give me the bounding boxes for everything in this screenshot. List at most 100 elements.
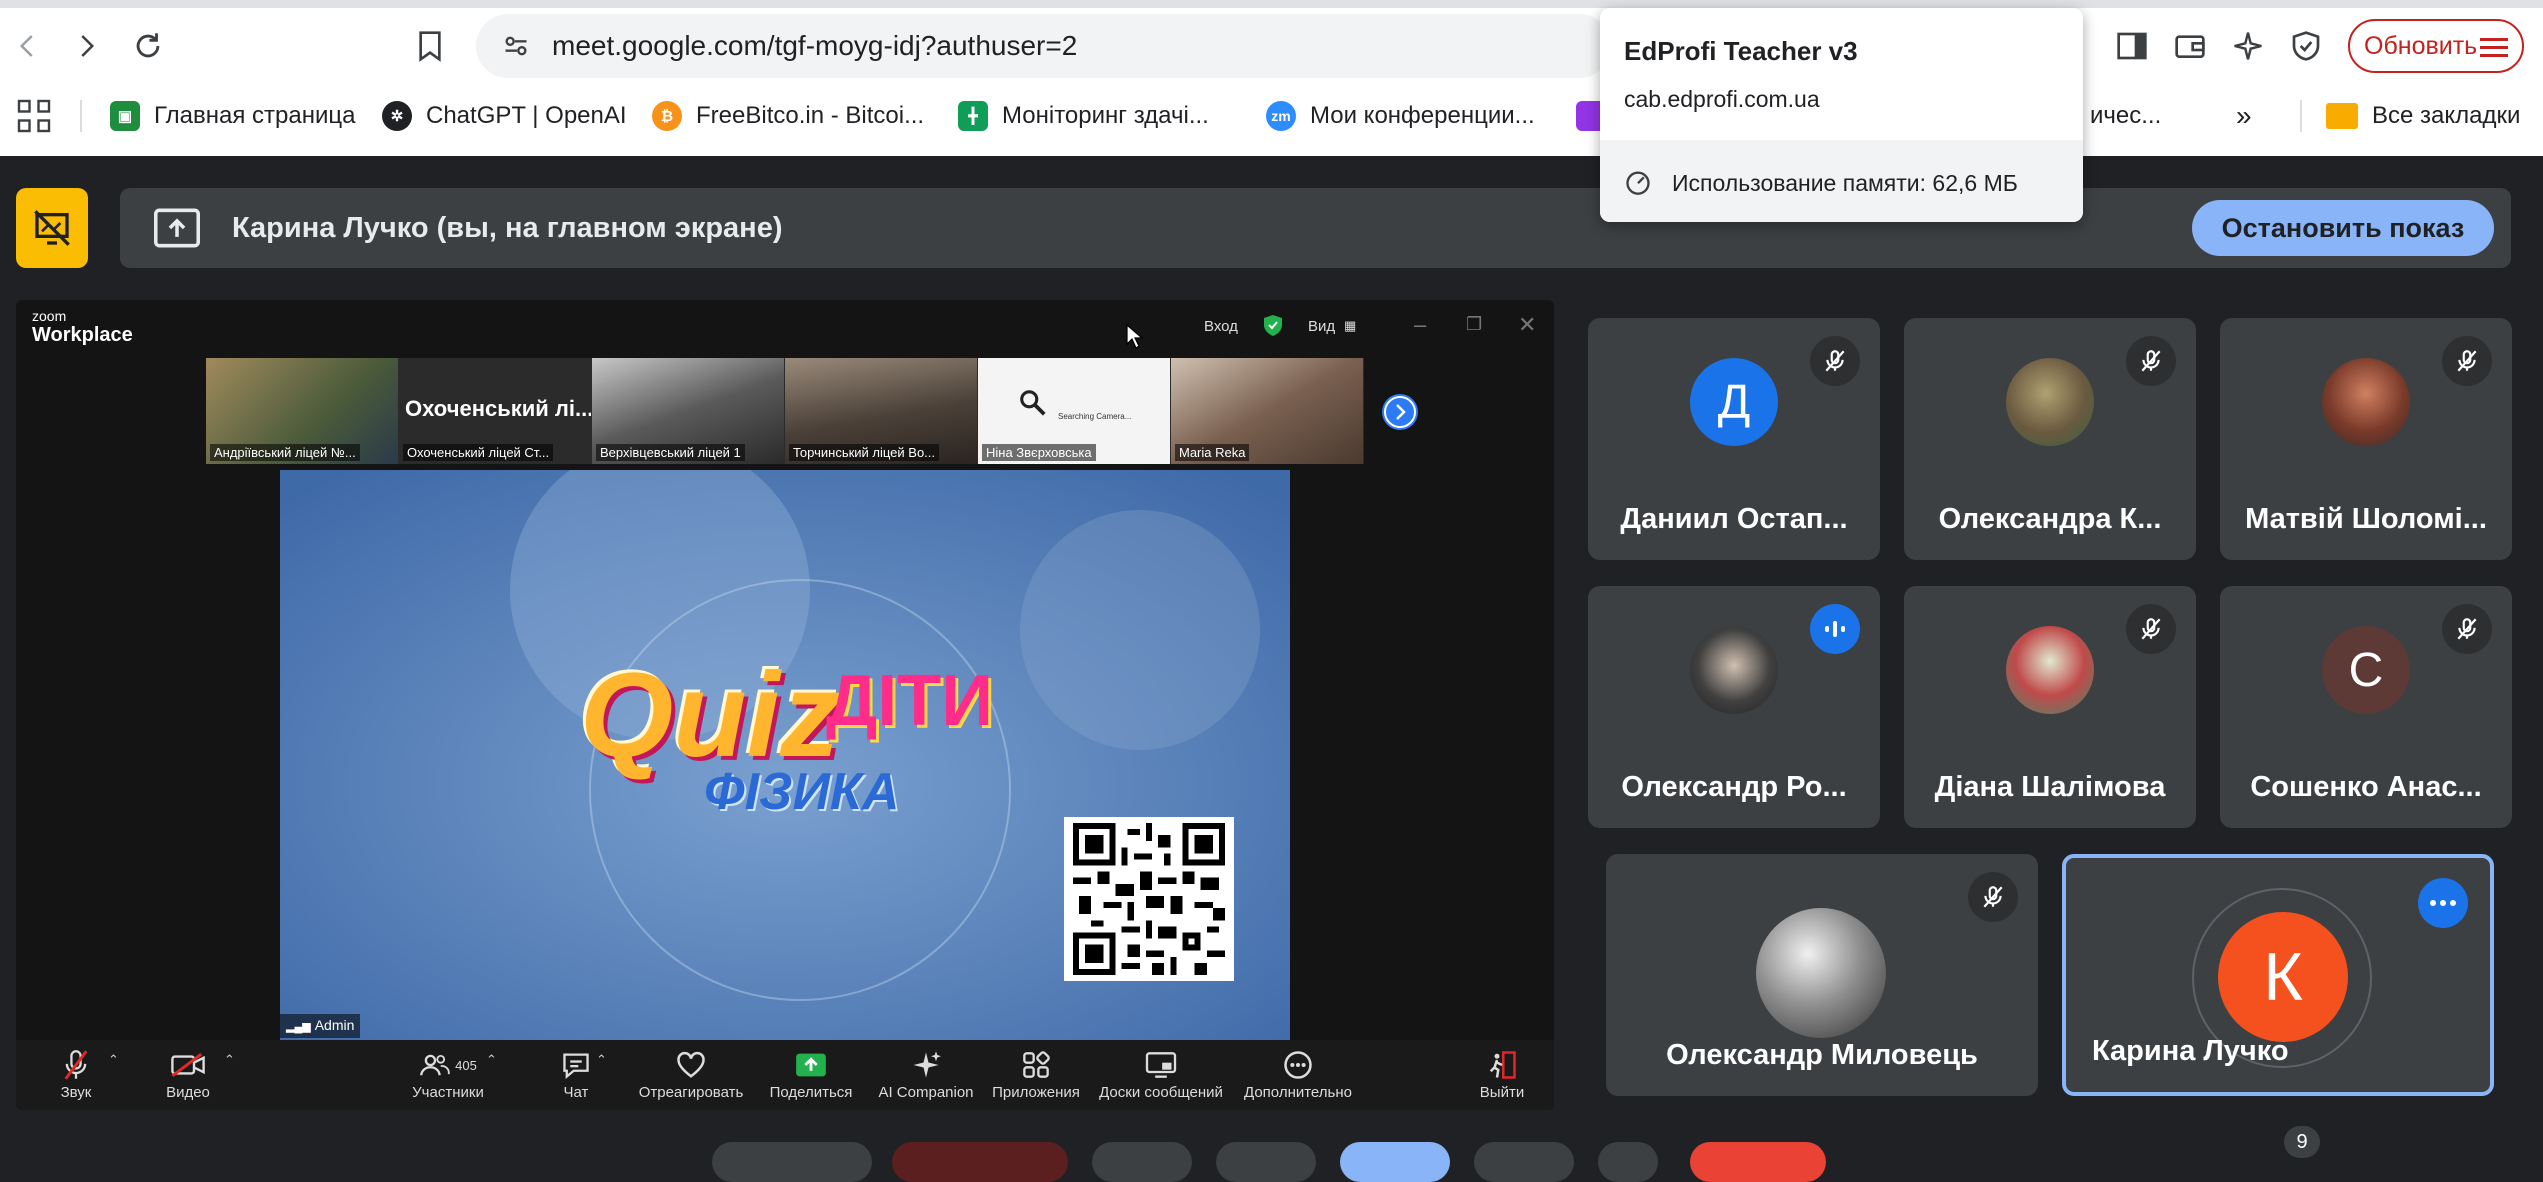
video-owner-name: Admin (314, 1017, 355, 1033)
restore-icon[interactable]: ❐ (1466, 314, 1482, 335)
memory-usage-text: Использование памяти: 62,6 МБ (1672, 170, 2018, 196)
chevron-up-icon[interactable]: ⌃ (596, 1052, 607, 1068)
bookmark-item[interactable]: zm Мои конференции... (1266, 96, 1535, 136)
leave-button[interactable]: Выйти (1474, 1046, 1530, 1101)
meet-control-button[interactable] (1340, 1142, 1450, 1182)
meet-control-button[interactable] (1598, 1142, 1658, 1182)
participant-tile[interactable]: Олександр Ро... (1588, 586, 1880, 828)
shared-zoom-window: zoom Workplace Вход Вид ▦ – ❐ ✕ Андріївс… (16, 300, 1554, 1110)
all-bookmarks[interactable]: Все закладки (2326, 96, 2520, 136)
heart-icon (626, 1046, 756, 1084)
ai-companion-button[interactable]: AI Companion (866, 1046, 986, 1101)
meet-control-button[interactable] (892, 1142, 1068, 1182)
avatar (1756, 908, 1886, 1038)
share-button[interactable]: Поделиться (756, 1046, 866, 1101)
apps-icon (986, 1046, 1086, 1084)
apps-button[interactable]: Приложения (986, 1046, 1086, 1101)
openai-icon: ✲ (382, 101, 412, 131)
apps-label: Приложения (992, 1084, 1080, 1101)
ai-sparkle-icon (866, 1046, 986, 1084)
side-panel-icon[interactable] (2108, 22, 2156, 70)
video-label: Видео (166, 1084, 210, 1101)
searching-camera-text: Searching Camera... (1058, 412, 1132, 421)
more-options-icon[interactable] (2418, 878, 2468, 928)
meet-control-button[interactable] (1216, 1142, 1316, 1182)
site-settings-icon[interactable] (502, 32, 530, 60)
mouse-cursor-icon (1126, 324, 1144, 350)
bookmark-item[interactable]: ✲ ChatGPT | OpenAI (382, 96, 627, 136)
camera-off-icon (156, 1046, 220, 1084)
bookmark-item[interactable]: ╋ Моніторинг здачі... (958, 96, 1209, 136)
update-label: Обновить (2364, 31, 2478, 60)
audio-button[interactable]: Звук (48, 1046, 104, 1101)
hidden-participants-count: 9 (2284, 1126, 2320, 1158)
bookmark-item[interactable]: ▣ Главная страница (110, 96, 355, 136)
participant-name: Олександра К... (1938, 503, 2162, 535)
url-text[interactable]: meet.google.com/tgf-moyg-idj?authuser=2 (552, 30, 1077, 62)
whiteboards-button[interactable]: Доски сообщений (1086, 1046, 1236, 1101)
bookmark-item[interactable]: ₿ FreeBitco.in - Bitcoi... (652, 96, 924, 136)
back-icon[interactable] (4, 22, 52, 70)
security-shield-icon (1262, 314, 1284, 338)
close-icon[interactable]: ✕ (1518, 312, 1536, 338)
bookmark-item-partial[interactable]: ичес... (2090, 96, 2161, 136)
signal-icon: ▂▄▆ (286, 1021, 311, 1033)
bookmark-label: ичес... (2090, 102, 2162, 129)
video-thumbnail[interactable]: Андріївський ліцей №... (206, 358, 398, 464)
video-thumbnail[interactable]: Maria Reka (1171, 358, 1363, 464)
browser-chrome: meet.google.com/tgf-moyg-idj?authuser=2 … (0, 0, 2543, 156)
bookmark-label: Моніторинг здачі... (1002, 102, 1209, 129)
sparkle-icon[interactable] (2224, 22, 2272, 70)
thumbnail-caption: Maria Reka (1175, 444, 1250, 461)
folder-icon (2326, 103, 2358, 129)
self-participant-tile[interactable]: К Карина Лучко (2062, 854, 2494, 1096)
chat-label: Чат (563, 1084, 589, 1101)
zoom-toolbar: Звук ⌃ Видео ⌃ 405 Участники ⌃ Чат ⌃ Отр… (16, 1040, 1554, 1110)
video-thumbnail[interactable]: Верхівцевський ліцей 1 (592, 358, 784, 464)
leave-label: Выйти (1479, 1084, 1525, 1101)
present-screen-icon (154, 208, 200, 248)
chevron-up-icon[interactable]: ⌃ (108, 1052, 119, 1068)
thumbnail-caption: Охоченський ліцей Ст... (403, 444, 554, 461)
bookmark-icon[interactable] (406, 22, 454, 70)
update-button[interactable]: Обновить (2348, 19, 2524, 73)
address-bar[interactable]: meet.google.com/tgf-moyg-idj?authuser=2 (476, 14, 1611, 78)
meet-control-button[interactable] (1092, 1142, 1192, 1182)
chevron-up-icon[interactable]: ⌃ (486, 1052, 497, 1068)
mic-muted-icon (2442, 604, 2492, 654)
participants-count: 405 (455, 1057, 477, 1073)
zoom-login-button[interactable]: Вход (1204, 318, 1238, 335)
mic-muted-icon (1968, 872, 2018, 922)
chevron-up-icon[interactable]: ⌃ (224, 1052, 235, 1068)
forward-icon[interactable] (62, 22, 110, 70)
more-bookmarks-icon[interactable]: » (2236, 96, 2252, 136)
participant-tile[interactable]: Олександр Миловець (1606, 854, 2038, 1096)
minimize-icon[interactable]: – (1414, 312, 1426, 338)
whiteboard-icon (1086, 1046, 1236, 1084)
video-thumbnail[interactable]: Searching Camera... Ніна Звєрховська (978, 358, 1170, 464)
stop-presenting-button[interactable]: Остановить показ (2192, 200, 2494, 256)
apps-grid-icon[interactable] (16, 96, 52, 136)
memory-usage-row: Использование памяти: 62,6 МБ (1600, 140, 2083, 222)
react-button[interactable]: Отреагировать (626, 1046, 756, 1101)
share-screen-icon (756, 1046, 866, 1084)
video-thumbnail[interactable]: Торчинський ліцей Во... (785, 358, 977, 464)
meet-control-button[interactable] (1474, 1142, 1574, 1182)
next-page-button[interactable] (1382, 394, 1418, 430)
participant-tile[interactable]: Д Даниил Остап... (1588, 318, 1880, 560)
leave-call-button[interactable] (1690, 1142, 1826, 1182)
audio-label: Звук (60, 1084, 92, 1101)
video-thumbnail[interactable]: Охоченський лі... Охоченський ліцей Ст..… (399, 358, 591, 464)
participant-tile[interactable]: Матвій Шоломі... (2220, 318, 2512, 560)
video-button[interactable]: Видео (156, 1046, 220, 1101)
participant-tile[interactable]: С Сошенко Анас... (2220, 586, 2512, 828)
meet-control-button[interactable] (712, 1142, 872, 1182)
more-button[interactable]: Дополнительно (1228, 1046, 1368, 1101)
zoom-view-button[interactable]: Вид (1308, 318, 1335, 335)
wallet-icon[interactable] (2166, 22, 2214, 70)
reload-icon[interactable] (124, 22, 172, 70)
participant-tile[interactable]: Діана Шалімова (1904, 586, 2196, 828)
qr-code (1064, 817, 1234, 981)
shield-icon[interactable] (2282, 22, 2330, 70)
participant-tile[interactable]: Олександра К... (1904, 318, 2196, 560)
